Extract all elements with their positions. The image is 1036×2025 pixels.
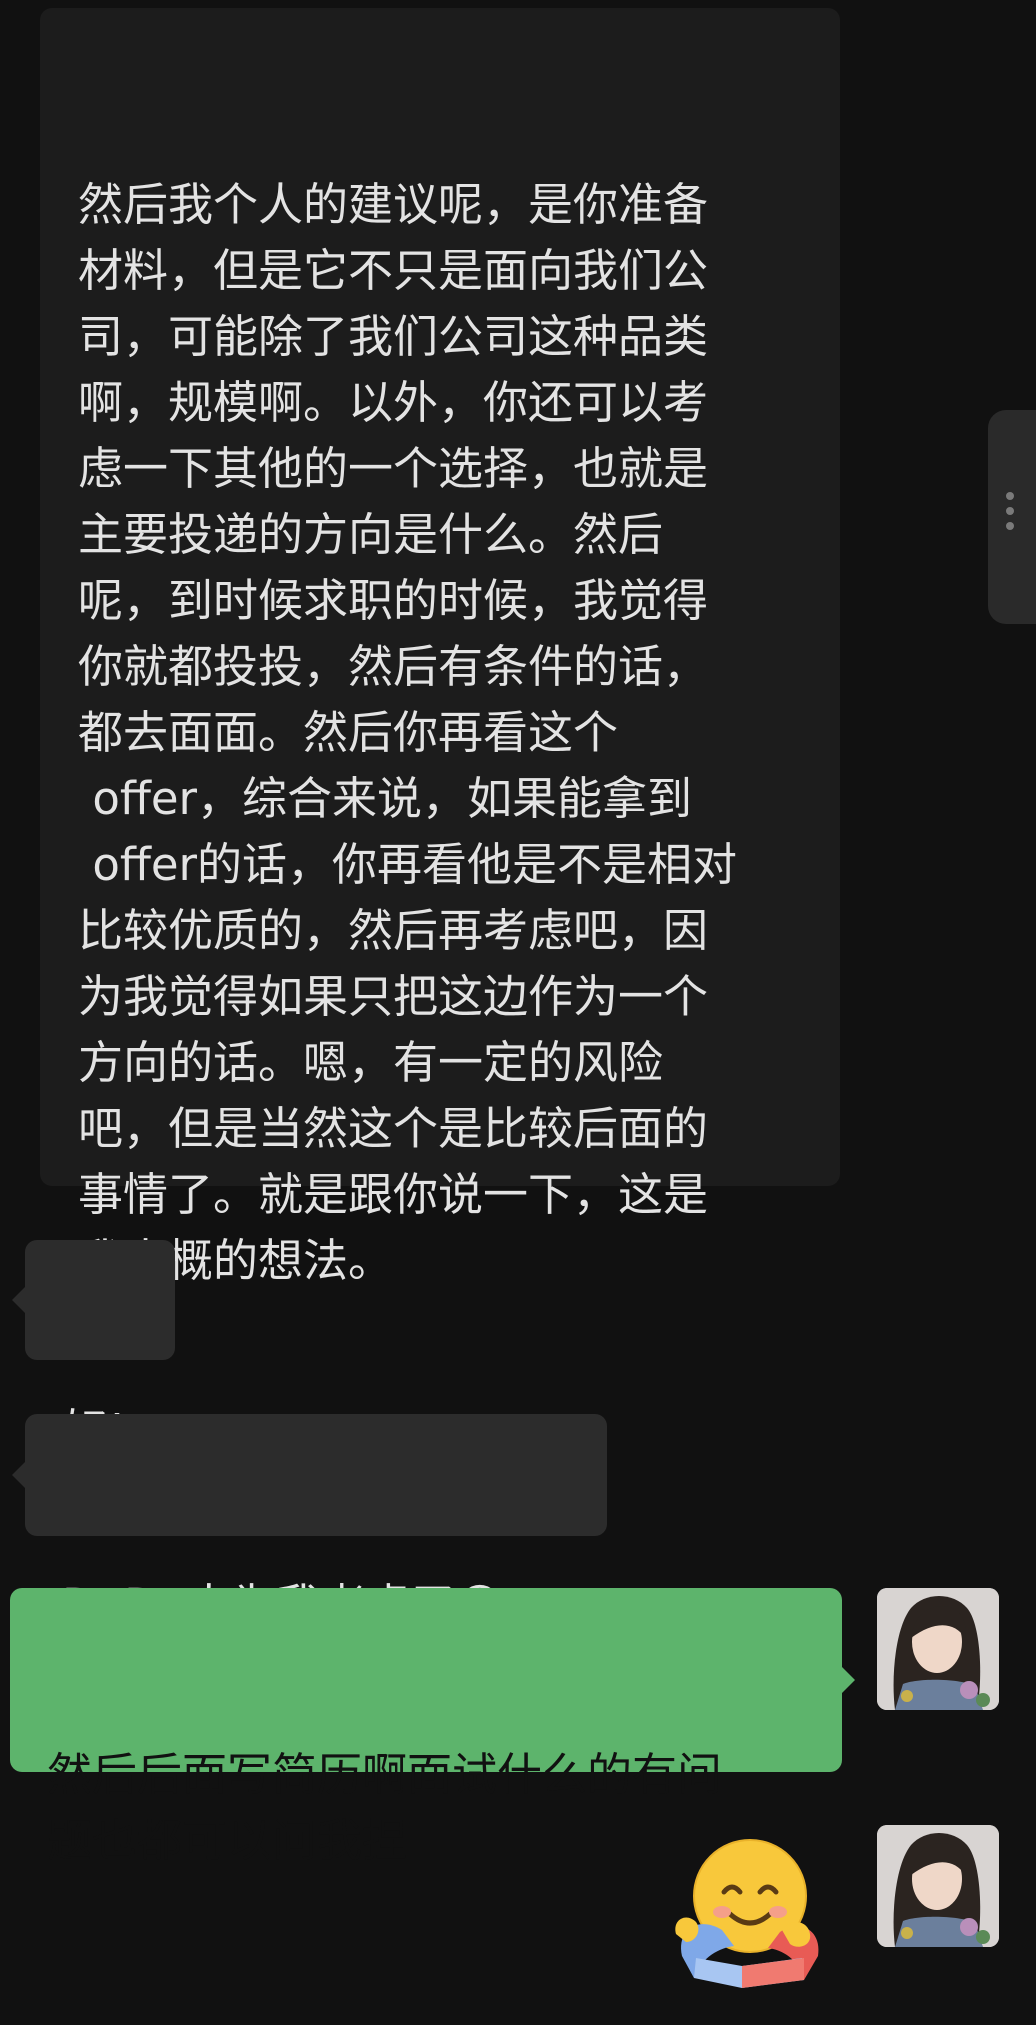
incoming-message-long[interactable]: 然后我个人的建议呢，是你准备 材料，但是它不只是面向我们公 司，可能除了我们公司…	[40, 8, 840, 1287]
outgoing-message[interactable]: 然后后面写简历啊面试什么的有问 题也都可以问我捏	[10, 1588, 855, 1867]
hugging-face-icon	[675, 1839, 819, 1988]
user-avatar[interactable]	[877, 1825, 999, 1947]
incoming-message-ok[interactable]: 好!	[12, 1240, 175, 1457]
incoming-message-thanks[interactable]: DoDo太为我考虑了😚	[12, 1414, 607, 1632]
user-avatar[interactable]	[877, 1588, 999, 1710]
side-panel-handle[interactable]	[988, 410, 1036, 624]
message-text: 然后我个人的建议呢，是你准备 材料，但是它不只是面向我们公 司，可能除了我们公司…	[78, 178, 738, 1287]
hugging-face-sticker[interactable]	[672, 1838, 822, 1990]
more-vertical-icon	[1006, 492, 1016, 530]
avatar-portrait-icon	[877, 1588, 999, 1710]
avatar-portrait-icon	[877, 1825, 999, 1947]
